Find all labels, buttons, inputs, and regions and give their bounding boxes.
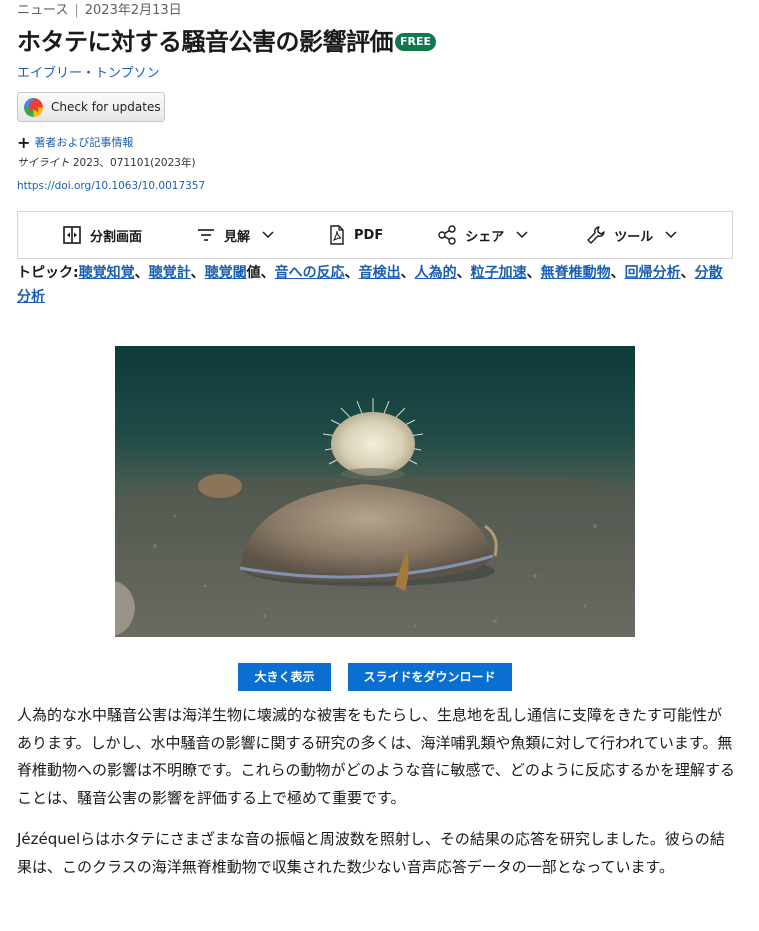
topics-label: トピック: — [17, 265, 79, 281]
crossmark-icon — [24, 97, 43, 117]
topic-link[interactable]: 音検出 — [359, 265, 401, 281]
category-label[interactable]: ニュース — [17, 3, 68, 18]
figure-image[interactable] — [115, 346, 635, 637]
article-info-label: 著者および記事情報 — [34, 136, 134, 149]
topic-suffix: 値 — [246, 265, 261, 281]
topic-link[interactable]: 人為的 — [415, 265, 457, 281]
pdf-label: PDF — [354, 227, 384, 243]
body-paragraph-2: Jézéquelらはホタテにさまざまな音の振幅と周波数を照射し、その結果の応答を… — [17, 830, 725, 876]
topic-separator: 、 — [260, 265, 275, 281]
article-meta: ニュース | 2023年2月13日 — [17, 0, 759, 22]
article-info-toggle[interactable]: + 著者および記事情報 — [17, 133, 759, 152]
topic-link[interactable]: 聴覚計 — [149, 265, 191, 281]
topic-separator: 、 — [456, 265, 471, 281]
split-screen-icon — [63, 226, 81, 244]
publish-date: 2023年2月13日 — [84, 3, 182, 18]
author-link[interactable]: エイブリー・トンプソン — [17, 65, 759, 83]
topic-separator: 、 — [400, 265, 415, 281]
pdf-file-icon — [330, 225, 344, 245]
chevron-down-icon — [665, 231, 677, 239]
citation: サイライト 2023、071101(2023年) — [17, 156, 759, 170]
split-screen-button[interactable]: 分割画面 — [62, 225, 142, 245]
topic-link[interactable]: 無脊椎動物 — [541, 265, 611, 281]
plus-icon: + — [17, 133, 31, 152]
body-paragraph-1: 人為的な水中騒音公害は海洋生物に壊滅的な被害をもたらし、生息地を乱し通信に支障を… — [17, 706, 735, 807]
topic-separator: 、 — [344, 265, 359, 281]
enlarge-button[interactable]: 大きく表示 — [238, 663, 331, 691]
views-dropdown[interactable]: 見解 — [196, 226, 274, 245]
share-label: シェア — [465, 229, 505, 245]
split-screen-label: 分割画面 — [90, 229, 143, 245]
download-slide-button[interactable]: スライドをダウンロード — [347, 663, 512, 691]
topic-link[interactable]: 聴覚知覚 — [79, 265, 135, 281]
filter-lines-icon — [198, 229, 215, 241]
meta-separator: | — [74, 3, 79, 18]
figure-actions: 大きく表示 スライドをダウンロード — [17, 663, 733, 691]
topic-link[interactable]: 粒子加速 — [471, 265, 527, 281]
chevron-down-icon — [516, 231, 528, 239]
share-dropdown[interactable]: シェア — [437, 225, 528, 245]
views-label: 見解 — [224, 229, 251, 245]
check-for-updates-button[interactable]: Check for updates — [17, 92, 165, 122]
topic-link[interactable]: 音への反応 — [275, 265, 345, 281]
citation-details: 2023、071101(2023年) — [69, 157, 196, 169]
wrench-icon — [587, 226, 605, 244]
article-toolbar: 分割画面 見解 PDF シェア ツール — [17, 211, 733, 259]
topic-separator: 、 — [190, 265, 205, 281]
article-page: ニュース | 2023年2月13日 ホタテに対する騒音公害の影響評価 FREE エイ… — [0, 0, 759, 881]
doi-link[interactable]: https://doi.org/10.1063/10.0017357 — [17, 179, 759, 193]
tools-label: ツール — [614, 229, 654, 245]
topic-separator: 、 — [526, 265, 541, 281]
topic-separator: 、 — [680, 265, 695, 281]
chevron-down-icon — [262, 231, 274, 239]
title-row: ホタテに対する騒音公害の影響評価 FREE — [17, 25, 759, 59]
topics: トピック:聴覚知覚、聴覚計、聴覚閾値、音への反応、音検出、人為的、粒子加速、無脊… — [17, 261, 733, 309]
topic-separator: 、 — [134, 265, 149, 281]
topic-separator: 、 — [610, 265, 625, 281]
free-badge: FREE — [395, 33, 437, 51]
share-icon — [438, 225, 456, 245]
scallop-sea-urchin-photo — [115, 398, 635, 637]
pdf-button[interactable]: PDF — [328, 225, 383, 245]
citation-journal: サイライト — [17, 157, 70, 169]
topic-link[interactable]: 聴覚閾 — [205, 265, 247, 281]
topic-link[interactable]: 回帰分析 — [625, 265, 681, 281]
check-for-updates-label: Check for updates — [51, 100, 161, 114]
page-title: ホタテに対する騒音公害の影響評価 — [17, 28, 394, 56]
tools-dropdown[interactable]: ツール — [586, 225, 677, 245]
